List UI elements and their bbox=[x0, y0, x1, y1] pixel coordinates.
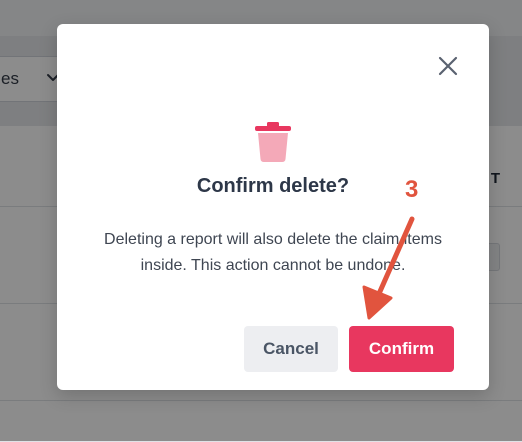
annotation-step-number: 3 bbox=[405, 176, 419, 203]
dialog-title: Confirm delete? bbox=[196, 175, 350, 197]
close-icon bbox=[438, 56, 458, 76]
close-button[interactable] bbox=[434, 52, 462, 80]
confirm-button[interactable]: Confirm bbox=[349, 326, 454, 372]
dialog-message: Deleting a report will also delete the c… bbox=[104, 231, 442, 274]
trash-icon bbox=[255, 122, 291, 162]
cancel-button[interactable]: Cancel bbox=[244, 326, 338, 372]
confirm-delete-dialog: Confirm delete? Deleting a report will a… bbox=[57, 24, 489, 390]
